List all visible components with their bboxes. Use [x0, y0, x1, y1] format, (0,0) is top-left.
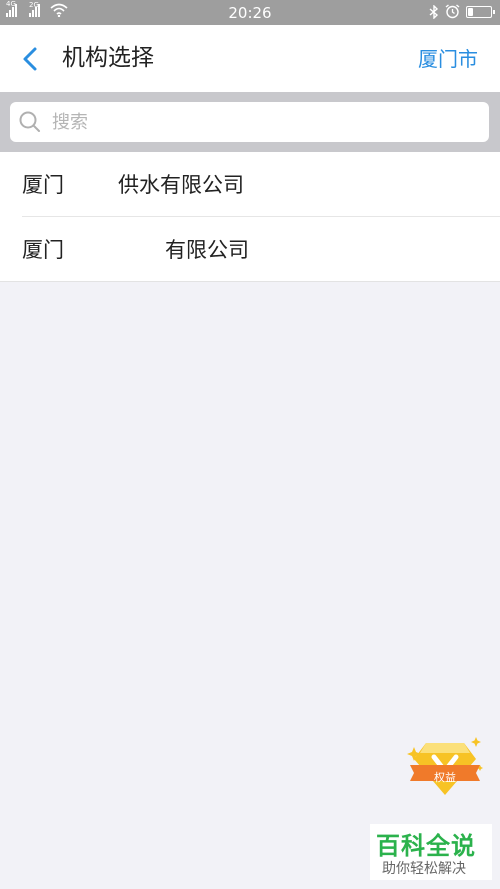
bluetooth-icon [429, 4, 439, 19]
status-bar: 4G 2G 20:26 [0, 0, 500, 25]
item-org-name: 供水有限公司 [118, 173, 244, 197]
organization-list: 厦门 供水有限公司 厦门 有限公司 [0, 152, 500, 282]
search-box[interactable] [10, 102, 489, 142]
search-bar [0, 92, 500, 152]
badge-label: 权益 [434, 771, 456, 784]
battery-fill [468, 7, 473, 16]
item-org-name: 有限公司 [165, 238, 249, 262]
chevron-left-icon [23, 47, 37, 71]
watermark-subtitle: 助你轻松解决 [382, 861, 466, 877]
item-city: 厦门 [22, 238, 64, 262]
list-item[interactable]: 厦门 有限公司 [22, 216, 500, 281]
search-input[interactable] [50, 110, 454, 134]
city-select-button[interactable]: 厦门市 [418, 43, 478, 75]
item-city: 厦门 [22, 173, 64, 197]
nav-bar: 机构选择 厦门市 [0, 25, 500, 92]
status-icons [429, 4, 495, 19]
alarm-icon [445, 4, 460, 19]
page-title: 机构选择 [62, 45, 154, 71]
back-button[interactable] [14, 42, 48, 76]
redaction-mask [64, 235, 70, 261]
rights-badge[interactable]: 权益 [404, 735, 486, 805]
battery-icon [466, 5, 495, 18]
list-item[interactable]: 厦门 供水有限公司 [0, 152, 500, 216]
redaction-mask [67, 233, 162, 265]
watermark-title: 百科全说 [376, 832, 476, 860]
watermark-logo: 百科全说 助你轻松解决 [370, 824, 492, 880]
screen: 4G 2G 20:26 机构选择 厦门市 搜索 厦门 供水有限公司 厦门 有限公… [0, 0, 500, 889]
search-icon [19, 111, 40, 132]
status-time: 20:26 [228, 4, 272, 22]
